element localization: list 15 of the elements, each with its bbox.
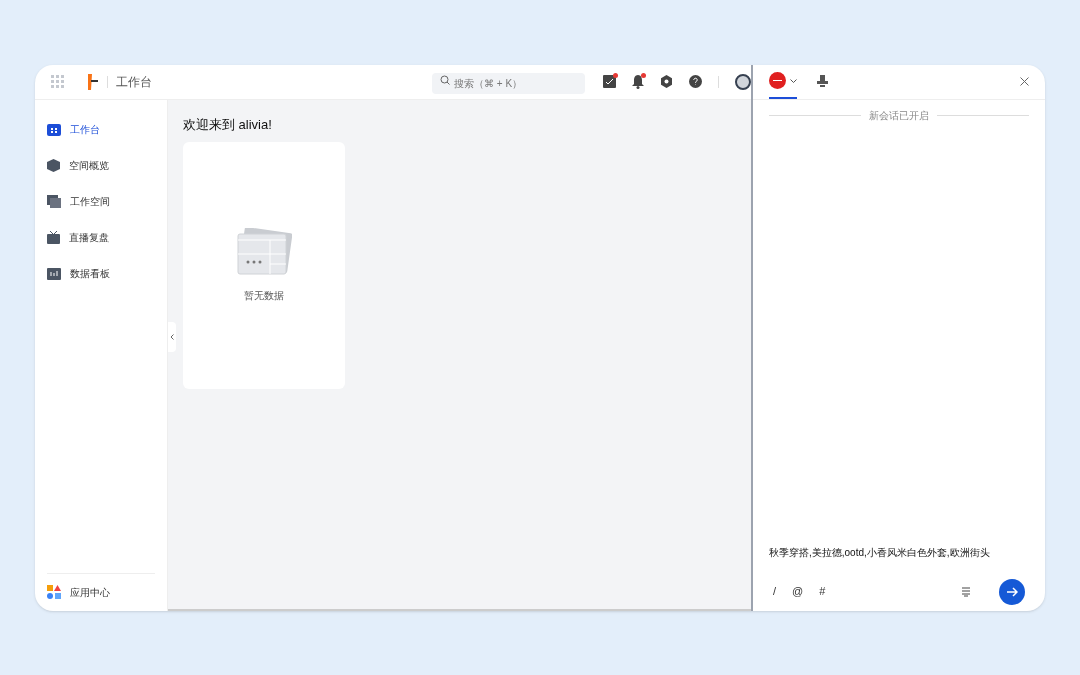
app-center-link[interactable]: 应用中心 (70, 584, 110, 600)
message-input[interactable]: 秋季穿搭,美拉德,ootd,小香风米白色外套,欧洲街头 (769, 544, 1029, 573)
page-title: 工作台 (116, 73, 152, 91)
input-tool-button[interactable]: / (773, 583, 777, 600)
welcome-heading: 欢迎来到 alivia! (183, 115, 273, 134)
session-divider-text: 新会话已开启 (869, 108, 929, 123)
sidebar-item[interactable]: 直播复盘 (47, 219, 155, 256)
sidebar-item[interactable]: 工作台 (47, 111, 155, 148)
sidebar-item[interactable]: 空间概览 (47, 147, 155, 184)
input-tool-button[interactable]: @ (792, 583, 804, 600)
input-tool-button[interactable]: # (819, 583, 826, 600)
empty-text: 暂无数据 (244, 289, 284, 303)
sidebar-item[interactable]: 工作空间 (47, 183, 155, 220)
search-field[interactable]: 搜索（⌘ + K） (432, 72, 585, 94)
sidebar-item[interactable]: 数据看板 (47, 255, 155, 292)
